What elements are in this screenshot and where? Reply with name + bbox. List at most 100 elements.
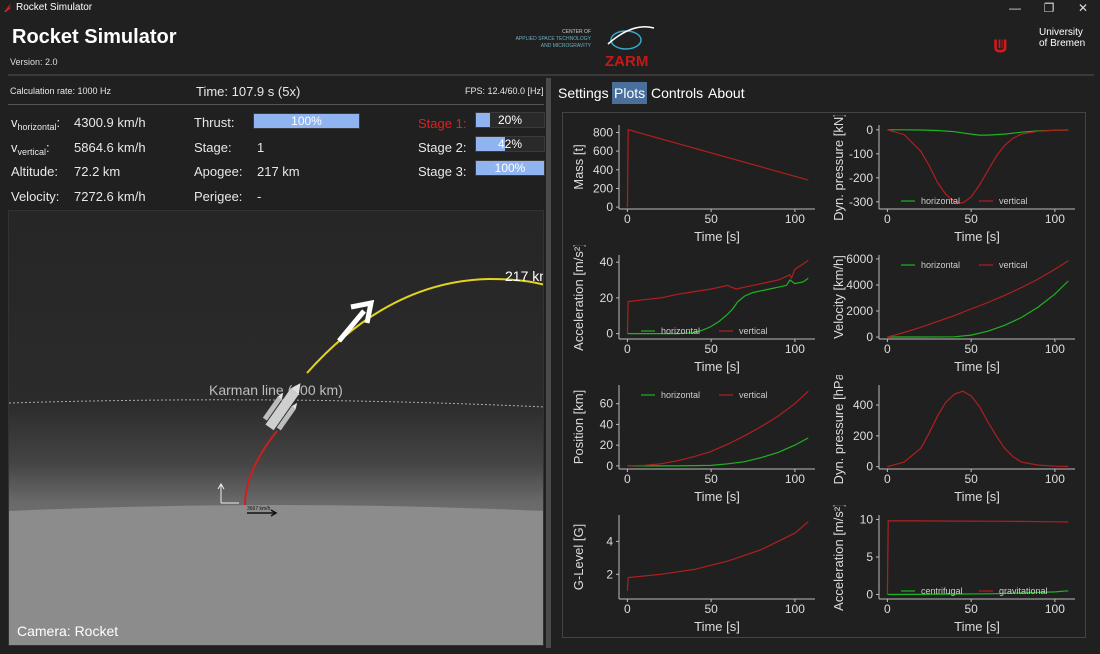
university-logo — [994, 39, 1007, 53]
legend-label: vertical — [999, 260, 1028, 270]
app-title: Rocket Simulator — [12, 26, 177, 48]
x-axis-label: Time [s] — [694, 619, 740, 634]
maximize-button[interactable]: ❐ — [1032, 0, 1066, 16]
x-tick-label: 50 — [704, 472, 718, 486]
x-tick-label: 0 — [884, 602, 891, 616]
series-line-red — [626, 128, 809, 208]
y-tick-label: 2 — [606, 567, 613, 581]
y-tick-label: 20 — [600, 438, 614, 452]
altitude-value: 72.2 km — [74, 164, 121, 179]
stage-label: Stage: — [194, 140, 232, 155]
legend-label: horizontal — [661, 326, 700, 336]
y-tick-label: 5 — [866, 550, 873, 564]
y-tick-label: 60 — [600, 397, 614, 411]
x-tick-label: 50 — [964, 472, 978, 486]
v-vertical-value: 5864.6 km/h — [74, 140, 146, 155]
y-tick-label: 6000 — [846, 252, 873, 266]
y-tick-label: 0 — [606, 200, 613, 214]
x-tick-label: 0 — [624, 212, 631, 226]
zarm-logo: CENTER OF APPLIED SPACE TECHNOLOGY AND M… — [516, 26, 655, 70]
series-line-vertical — [627, 390, 809, 467]
x-tick-label: 100 — [1045, 212, 1065, 226]
stage-2-label: Stage 2: — [418, 140, 467, 155]
y-tick-label: 40 — [600, 255, 614, 269]
legend-label: vertical — [739, 390, 768, 400]
y-axis-label: Position [km] — [571, 390, 586, 464]
y-axis-label: Acceleration [m/s²] — [831, 505, 846, 611]
y-tick-label: -100 — [849, 147, 873, 161]
karman-label: Karman line (100 km) — [209, 382, 343, 398]
apogee-value: 217 km — [257, 164, 300, 179]
series-line-horizontal — [887, 280, 1069, 338]
apogee-marker-label: 217 km — [505, 268, 544, 284]
position-plot: 0 50 100 0 20 40 60 Time [s] Position [km] horizo… — [571, 385, 815, 504]
y-axis-label: Dyn. pressure [hPa] — [831, 375, 846, 484]
perigee-label: Perigee: — [194, 189, 243, 204]
v-horizontal-label: vhorizontal: — [11, 115, 61, 132]
speed-label: 3667 km/h — [247, 506, 271, 512]
sim-time: Time: 107.9 s (5x) — [196, 84, 301, 99]
x-tick-label: 50 — [704, 342, 718, 356]
thrust-bar: 100% — [253, 113, 360, 129]
legend-label: horizontal — [661, 390, 700, 400]
x-tick-label: 100 — [785, 342, 805, 356]
x-axis-label: Time [s] — [694, 359, 740, 374]
x-tick-label: 100 — [1045, 472, 1065, 486]
tab-controls[interactable]: Controls — [649, 82, 705, 104]
x-tick-label: 0 — [624, 472, 631, 486]
close-button[interactable]: ✕ — [1066, 0, 1100, 16]
university-line-2: of Bremen — [1039, 38, 1086, 49]
zarm-caption-1: CENTER OF — [562, 29, 591, 35]
x-tick-label: 100 — [785, 472, 805, 486]
legend-label: centrifugal — [921, 586, 963, 596]
tab-settings[interactable]: Settings — [556, 82, 611, 104]
y-tick-label: 0 — [866, 460, 873, 474]
x-tick-label: 100 — [1045, 602, 1065, 616]
gravity-acceleration-plot: 0 50 100 0 5 10 Time [s] Acceleration [m/s²] cen… — [831, 505, 1075, 634]
y-tick-label: 20 — [600, 291, 614, 305]
y-tick-label: 800 — [593, 125, 613, 139]
university-name: University of Bremen — [1039, 27, 1085, 49]
series-line-red — [626, 521, 809, 591]
y-tick-label: 0 — [866, 330, 873, 344]
x-tick-label: 0 — [884, 342, 891, 356]
mass-plot: 0 50 100 0 200 400 600 800 Time [s] Mass [t] — [571, 125, 815, 244]
y-axis-label: Acceleration [m/s²] — [571, 245, 586, 351]
x-axis-label: Time [s] — [694, 229, 740, 244]
stage-1-fuel-text: 20% — [497, 113, 523, 127]
x-axis-label: Time [s] — [954, 619, 1000, 634]
y-tick-label: 40 — [600, 417, 614, 431]
tab-plots[interactable]: Plots — [612, 82, 648, 104]
y-axis-label: G-Level [G] — [571, 524, 586, 590]
tab-about[interactable]: About — [706, 82, 747, 104]
panel-splitter[interactable] — [546, 78, 551, 648]
version-label: Version: 2.0 — [10, 57, 58, 67]
altitude-label: Altitude: — [11, 164, 58, 179]
camera-mode-label[interactable]: Camera: Rocket — [17, 623, 118, 639]
y-tick-label: 0 — [866, 588, 873, 602]
window-title: Rocket Simulator — [16, 2, 93, 13]
y-tick-label: 0 — [606, 327, 613, 341]
app-header: Rocket Simulator Version: 2.0 CENTER OF … — [0, 16, 1100, 74]
y-tick-label: 4 — [606, 534, 613, 548]
y-axis-label: Mass [t] — [571, 144, 586, 190]
scene-canvas: Karman line (100 km) 217 km — [9, 211, 544, 645]
stage-value: 1 — [257, 140, 265, 155]
x-tick-label: 100 — [785, 212, 805, 226]
app-icon — [4, 3, 12, 12]
status-divider — [8, 104, 544, 105]
v-horizontal-value: 4300.9 km/h — [74, 115, 146, 130]
y-tick-label: 200 — [853, 429, 873, 443]
simulation-viewport[interactable]: Karman line (100 km) 217 km — [8, 210, 544, 646]
y-tick-label: 2000 — [846, 304, 873, 318]
calculation-rate: Calculation rate: 1000 Hz — [10, 86, 112, 96]
minimize-button[interactable]: — — [998, 0, 1032, 16]
stage-2-fuel-bar: 42% — [475, 136, 545, 152]
y-tick-label: 0 — [606, 459, 613, 473]
legend-label: gravitational — [999, 586, 1048, 596]
stage-3-label: Stage 3: — [418, 164, 467, 179]
acceleration-plot: 0 50 100 0 20 40 Time [s] Acceleration [m/s²] ho… — [571, 245, 815, 374]
stage-3-fuel-text: 100% — [494, 161, 526, 175]
header-divider — [8, 74, 1094, 76]
y-tick-label: 4000 — [846, 278, 873, 292]
